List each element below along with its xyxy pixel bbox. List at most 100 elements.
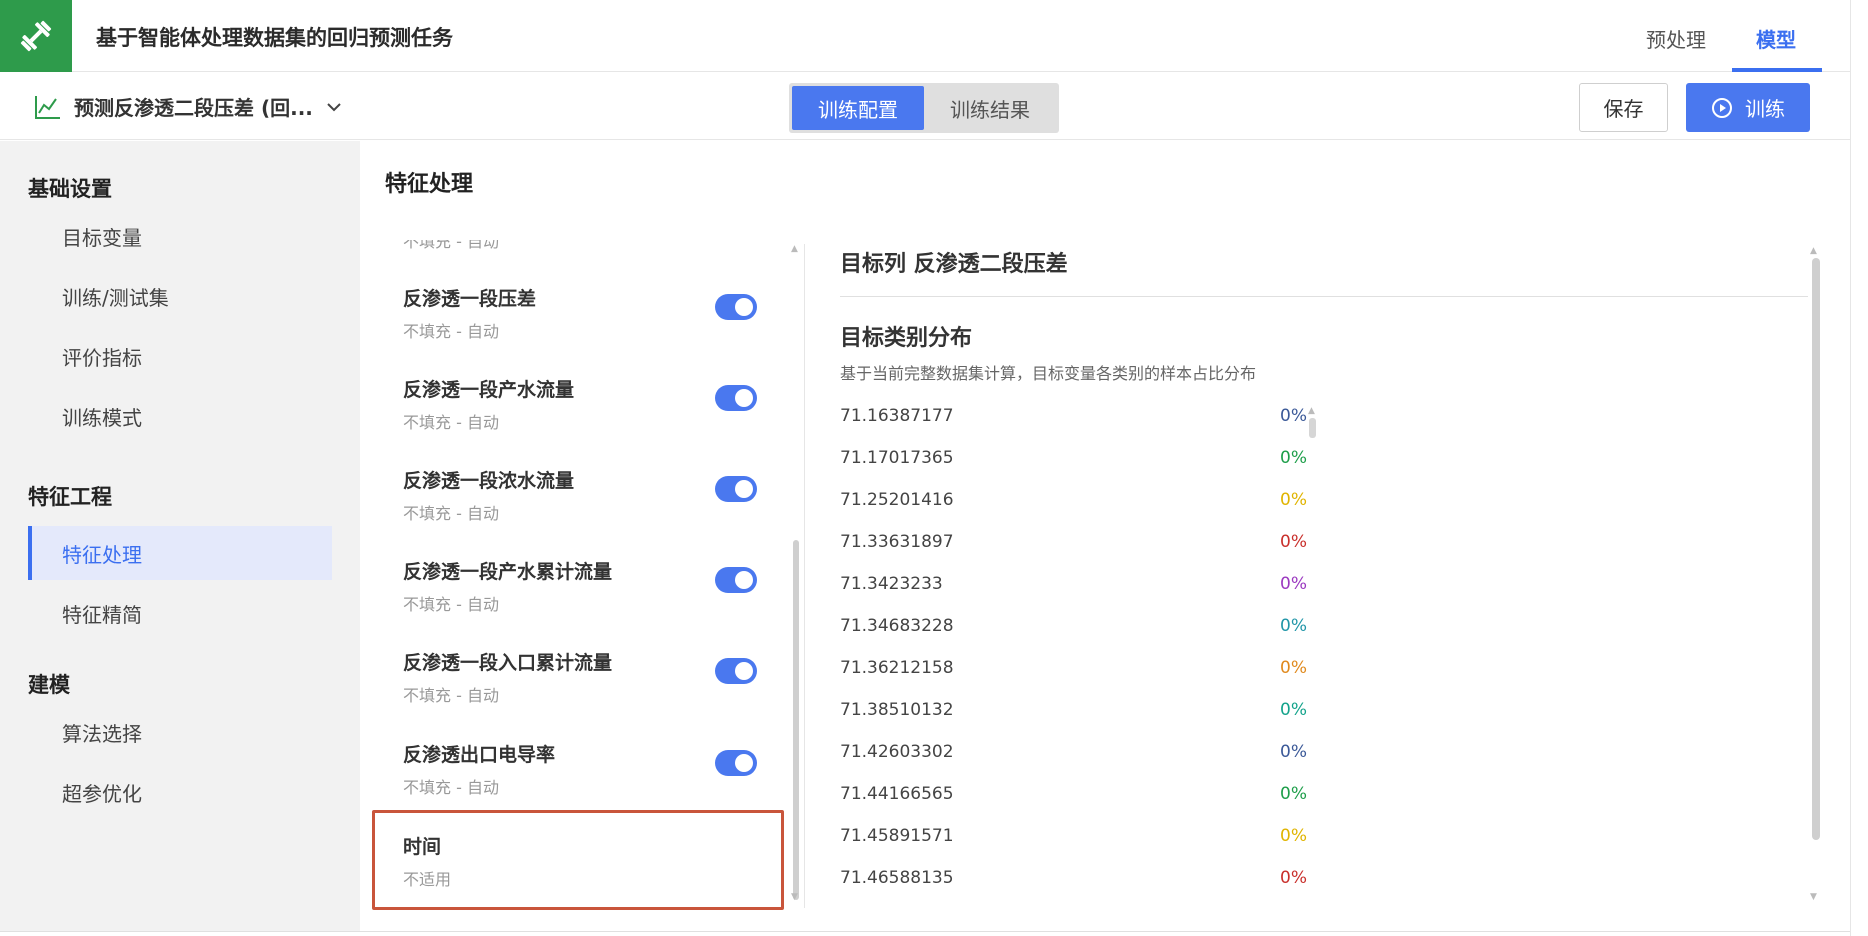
list-item: 71.46588135 0% [840, 868, 1310, 898]
list-item[interactable]: 反渗透一段浓水流量 不填充 - 自动 [403, 466, 763, 542]
play-circle-icon [1712, 97, 1732, 118]
category-value: 71.25201416 [840, 490, 954, 510]
tab-model[interactable]: 模型 [1756, 24, 1796, 53]
category-percentage: 0% [1280, 406, 1307, 426]
distribution-title: 目标类别分布 [840, 326, 973, 351]
list-item: 71.36212158 0% [840, 658, 1310, 688]
nav-group-modeling: 建模 [28, 673, 70, 697]
save-button[interactable]: 保存 [1579, 83, 1668, 132]
list-item: 71.34683228 0% [840, 616, 1310, 646]
scroll-up-icon[interactable]: ▲ [1810, 246, 1817, 256]
sidebar-item-feature-process[interactable]: 特征处理 [28, 526, 332, 580]
sidebar-item-split[interactable]: 训练/测试集 [28, 269, 332, 323]
category-value: 71.45891571 [840, 826, 954, 846]
dumbbell-icon [20, 20, 52, 52]
category-percentage: 0% [1280, 784, 1307, 804]
left-sidebar: 基础设置 目标变量 训练/测试集 评价指标 训练模式 特征工程 特征处理 特征精… [0, 141, 360, 931]
feature-toggle[interactable] [715, 658, 757, 684]
sidebar-item-feature-select[interactable]: 特征精简 [28, 586, 332, 640]
chevron-down-icon [327, 102, 341, 111]
category-percentage: 0% [1280, 616, 1307, 636]
tab-preprocess[interactable]: 预处理 [1646, 24, 1706, 53]
config-result-switch: 训练配置 训练结果 [789, 83, 1059, 133]
nav-group-feature-eng: 特征工程 [28, 485, 112, 509]
list-item: 71.44166565 0% [840, 784, 1310, 814]
list-item[interactable]: 反渗透一段产水累计流量 不填充 - 自动 [403, 557, 763, 633]
bottom-border [0, 931, 1850, 932]
list-item-partial: 不填充 - 自动 [403, 240, 499, 251]
category-value: 71.38510132 [840, 700, 954, 720]
feature-list-scrollbar[interactable] [793, 540, 799, 900]
list-item[interactable]: 反渗透出口电导率 不填充 - 自动 [403, 740, 763, 816]
category-percentage: 0% [1280, 532, 1307, 552]
detail-panel-scrollbar[interactable] [1812, 258, 1820, 840]
category-percentage: 0% [1280, 574, 1307, 594]
segment-train-config[interactable]: 训练配置 [792, 86, 924, 130]
category-value: 71.33631897 [840, 532, 954, 552]
list-item[interactable]: 反渗透一段入口累计流量 不填充 - 自动 [403, 648, 763, 724]
panel-divider [804, 244, 805, 908]
scroll-down-icon[interactable]: ▼ [791, 892, 798, 902]
scroll-up-icon[interactable]: ▲ [791, 244, 798, 254]
divider [840, 296, 1808, 297]
category-percentage: 0% [1280, 448, 1307, 468]
feature-fill-mode: 不填充 - 自动 [403, 322, 499, 341]
app-logo[interactable] [0, 0, 72, 72]
sidebar-item-hyperparam[interactable]: 超参优化 [28, 765, 332, 819]
feature-fill-mode: 不填充 - 自动 [403, 686, 499, 705]
model-name: 预测反渗透二段压差 (回... [74, 96, 313, 120]
category-percentage: 0% [1280, 742, 1307, 762]
scroll-down-icon[interactable]: ▼ [1810, 892, 1817, 902]
category-percentage: 0% [1280, 700, 1307, 720]
distribution-list-scrollbar[interactable] [1309, 418, 1316, 438]
scroll-up-icon[interactable]: ▲ [1308, 406, 1315, 416]
model-selector[interactable]: 预测反渗透二段压差 (回... [34, 92, 343, 121]
list-item[interactable]: 反渗透一段压差 不填充 - 自动 [403, 284, 763, 360]
feature-toggle[interactable] [715, 385, 757, 411]
category-value: 71.36212158 [840, 658, 954, 678]
list-item: 71.3423233 0% [840, 574, 1310, 604]
category-value: 71.44166565 [840, 784, 954, 804]
feature-fill-mode: 不填充 - 自动 [403, 413, 499, 432]
sidebar-item-train-mode[interactable]: 训练模式 [28, 389, 332, 443]
feature-name: 反渗透出口电导率 [403, 744, 556, 766]
list-item[interactable]: 反渗透一段产水流量 不填充 - 自动 [403, 375, 763, 451]
feature-toggle[interactable] [715, 476, 757, 502]
list-item: 71.38510132 0% [840, 700, 1310, 730]
feature-fill-mode: 不填充 - 自动 [403, 778, 499, 797]
feature-toggle[interactable] [715, 750, 757, 776]
app-title: 基于智能体处理数据集的回归预测任务 [96, 26, 453, 50]
category-percentage: 0% [1280, 490, 1307, 510]
page-scrollbar-track [1850, 0, 1851, 936]
category-percentage: 0% [1280, 658, 1307, 678]
sidebar-item-algorithm[interactable]: 算法选择 [28, 705, 332, 759]
category-value: 71.34683228 [840, 616, 954, 636]
category-value: 71.16387177 [840, 406, 954, 426]
train-button-label: 训练 [1745, 97, 1785, 121]
feature-fill-mode: 不填充 - 自动 [403, 504, 499, 523]
feature-name: 反渗透一段入口累计流量 [403, 652, 613, 674]
sidebar-item-metrics[interactable]: 评价指标 [28, 329, 332, 383]
target-column-title: 目标列 反渗透二段压差 [840, 252, 1068, 277]
list-item: 71.42603302 0% [840, 742, 1310, 772]
sidebar-item-target[interactable]: 目标变量 [28, 209, 332, 263]
feature-name: 反渗透一段产水流量 [403, 379, 575, 401]
category-value: 71.3423233 [840, 574, 943, 594]
segment-train-result[interactable]: 训练结果 [924, 86, 1056, 130]
feature-name: 反渗透一段浓水流量 [403, 470, 575, 492]
feature-toggle[interactable] [715, 294, 757, 320]
list-item: 71.17017365 0% [840, 448, 1310, 478]
feature-fill-mode: 不填充 - 自动 [403, 595, 499, 614]
category-value: 71.46588135 [840, 868, 954, 888]
nav-group-basic: 基础设置 [28, 177, 112, 201]
category-percentage: 0% [1280, 826, 1307, 846]
model-toolbar: 预测反渗透二段压差 (回... 训练配置 训练结果 保存 训练 [0, 72, 1850, 140]
page-title: 特征处理 [385, 172, 474, 197]
list-item: 71.33631897 0% [840, 532, 1310, 562]
category-value: 71.17017365 [840, 448, 954, 468]
feature-toggle[interactable] [715, 567, 757, 593]
train-button[interactable]: 训练 [1686, 83, 1810, 132]
list-item: 71.45891571 0% [840, 826, 1310, 856]
line-chart-icon [35, 95, 60, 119]
selected-feature-highlight [372, 810, 784, 910]
